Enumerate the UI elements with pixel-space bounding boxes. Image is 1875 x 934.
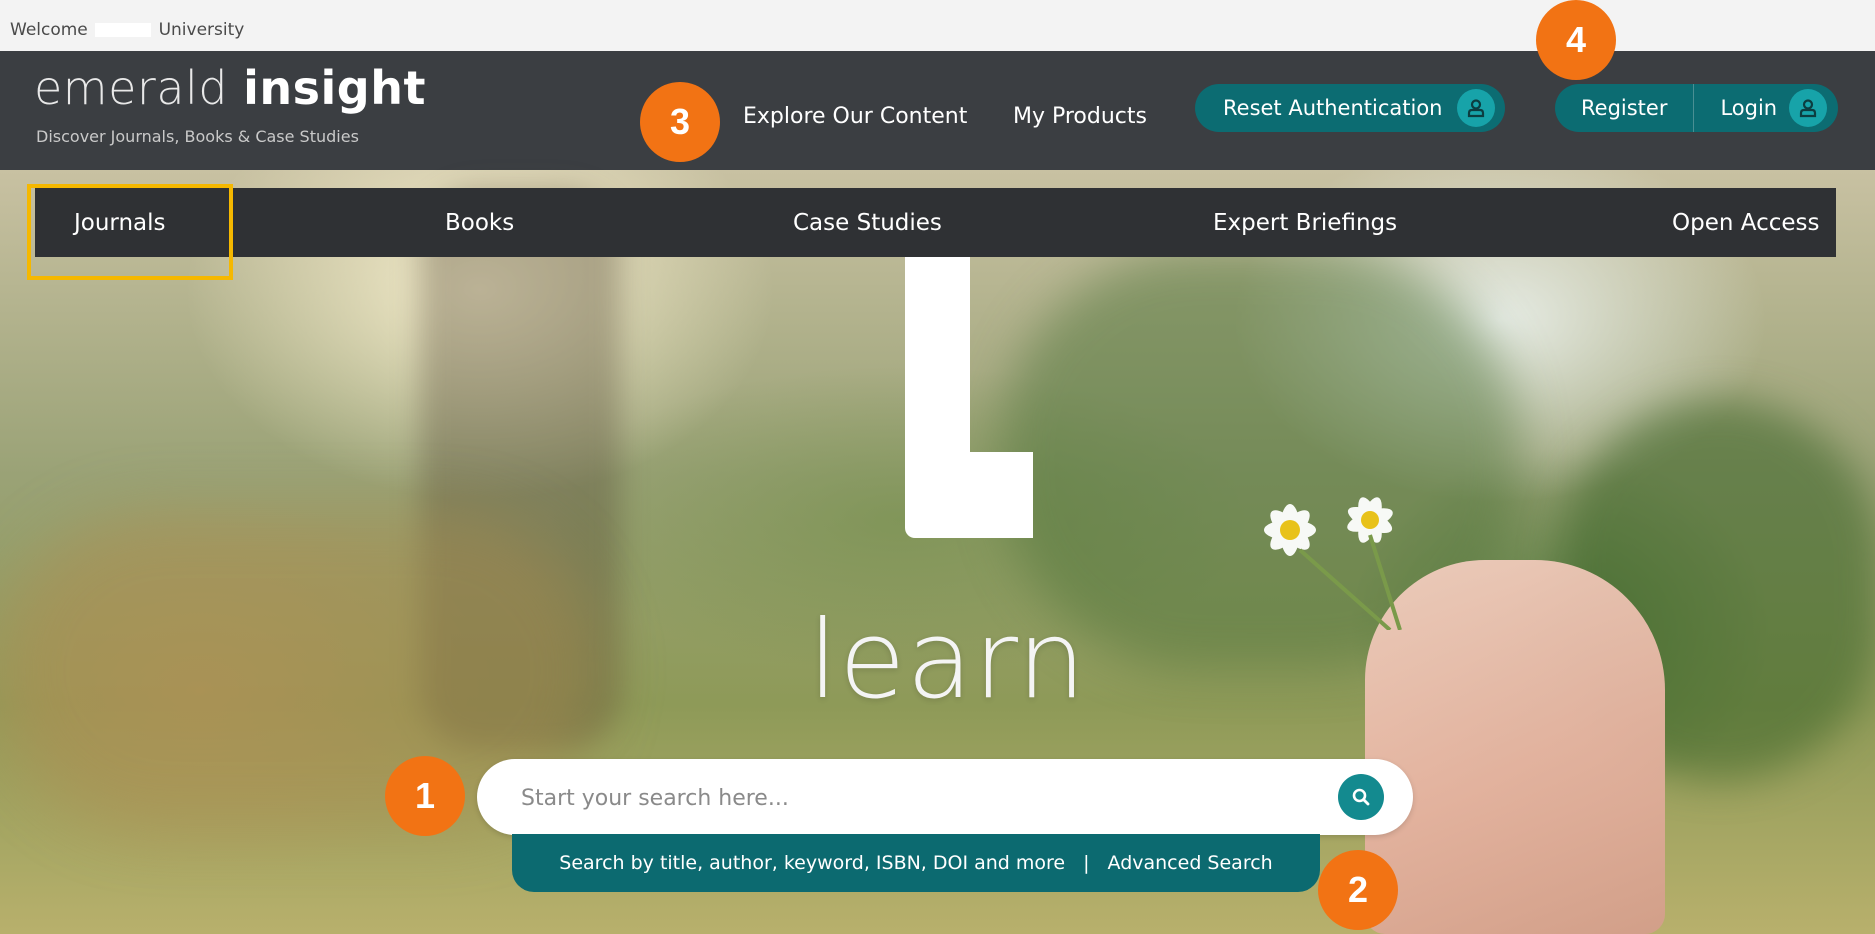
pill-divider [1693,84,1695,132]
category-nav: Journals Books Case Studies Expert Brief… [35,188,1836,257]
welcome-suffix: University [158,20,245,40]
advanced-search-link[interactable]: Advanced Search [1108,852,1273,874]
search-help-text: Search by title, author, keyword, ISBN, … [559,852,1066,874]
my-products-link[interactable]: My Products [1013,104,1147,129]
reset-authentication-label: Reset Authentication [1223,96,1443,120]
logo-tagline: Discover Journals, Books & Case Studies [36,127,359,146]
search-help-bar: Search by title, author, keyword, ISBN, … [512,834,1320,892]
register-button[interactable]: Register [1581,96,1667,120]
annotation-badge-3: 3 [640,82,720,162]
welcome-prefix: Welcome [10,20,88,40]
user-icon [1789,89,1828,127]
annotation-badge-4: 4 [1536,0,1616,80]
search-icon [1352,788,1370,806]
search-input[interactable] [519,773,1303,823]
login-button[interactable]: Login [1720,96,1777,120]
reset-authentication-button[interactable]: Reset Authentication [1195,84,1505,132]
redacted-name [95,23,152,37]
explore-our-content-link[interactable]: Explore Our Content [743,104,967,129]
logo-word-bold: insight [243,61,426,115]
tab-case-studies[interactable]: Case Studies [793,210,942,236]
annotation-badge-2: 2 [1318,850,1398,930]
site-logo[interactable]: emerald insight [34,65,426,111]
user-icon [1456,89,1495,127]
register-login-group: Register Login [1555,84,1838,132]
tab-books[interactable]: Books [445,210,514,236]
journals-highlight-box [27,184,233,280]
search-box [477,759,1413,835]
hero-word: learn [808,598,1087,723]
tab-open-access[interactable]: Open Access [1672,210,1819,236]
letter-shape-decoration [905,452,1033,538]
search-button[interactable] [1338,774,1384,820]
logo-word-light: emerald [34,61,228,115]
welcome-text: Welcome University [10,20,244,40]
separator: | [1083,852,1090,874]
tab-expert-briefings[interactable]: Expert Briefings [1213,210,1397,236]
flower-decoration [1264,497,1402,630]
annotation-badge-1: 1 [385,756,465,836]
